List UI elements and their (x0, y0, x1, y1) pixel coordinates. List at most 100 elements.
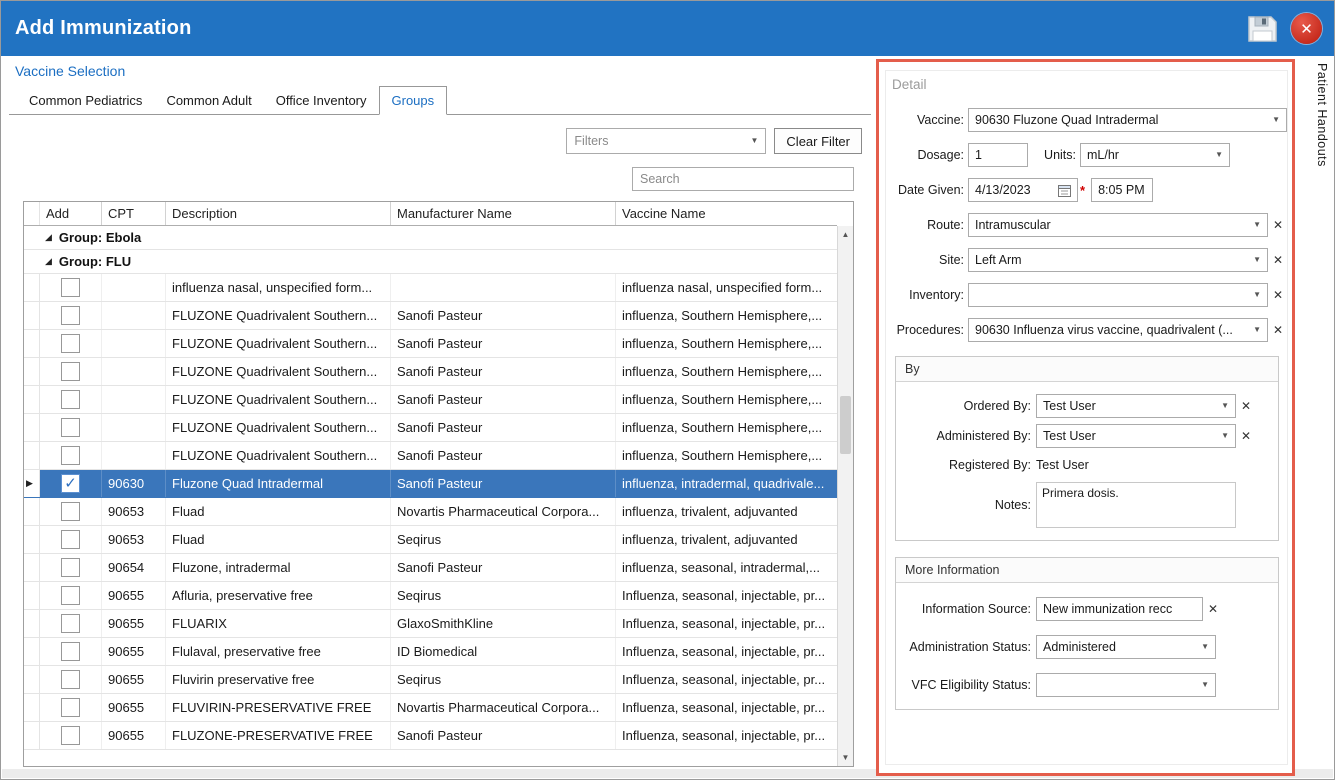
chevron-down-icon[interactable]: ▼ (1253, 291, 1261, 299)
chevron-down-icon[interactable]: ▼ (1221, 402, 1229, 410)
floppy-disk-icon (1248, 16, 1277, 42)
add-checkbox[interactable] (61, 726, 80, 745)
units-combo[interactable]: mL/hr ▼ (1080, 143, 1230, 167)
vaccine-grid: Add CPT Description Manufacturer Name Va… (23, 201, 854, 767)
ordered-by-clear-icon[interactable]: ✕ (1241, 400, 1251, 412)
information-source-clear-icon[interactable]: ✕ (1208, 603, 1218, 615)
chevron-down-icon[interactable]: ▼ (1221, 432, 1229, 440)
administered-by-combo[interactable]: Test User ▼ (1036, 424, 1236, 448)
chevron-down-icon[interactable]: ▼ (751, 137, 759, 145)
search-input[interactable] (632, 167, 854, 191)
chevron-down-icon[interactable]: ▼ (1201, 643, 1209, 651)
vaccine-row[interactable]: 90653 Fluad Seqirus influenza, trivalent, a… (24, 526, 837, 554)
add-checkbox[interactable] (61, 502, 80, 521)
date-input[interactable]: 4/13/2023 (968, 178, 1078, 202)
vaccine-row[interactable]: 90655 Flulaval, preservative free ID Biome… (24, 638, 837, 666)
save-button[interactable] (1245, 14, 1279, 44)
group-expander-icon[interactable]: ◢ (45, 256, 52, 267)
add-checkbox[interactable] (61, 278, 80, 297)
vaccine-row[interactable]: 90655 Fluvirin preservative free Seqirus In… (24, 666, 837, 694)
vaccine-row[interactable]: FLUZONE Quadrivalent Southern... Sanofi P… (24, 442, 837, 470)
add-checkbox[interactable] (61, 334, 80, 353)
add-checkbox[interactable] (61, 586, 80, 605)
group-expander-icon[interactable]: ◢ (45, 232, 52, 243)
tab-common-pediatrics[interactable]: Common Pediatrics (17, 87, 154, 114)
site-clear-icon[interactable]: ✕ (1273, 254, 1283, 266)
chevron-down-icon[interactable]: ▼ (1201, 681, 1209, 689)
procedures-combo[interactable]: 90630 Influenza virus vaccine, quadrival… (968, 318, 1268, 342)
manufacturer-cell: Sanofi Pasteur (391, 554, 616, 581)
add-checkbox[interactable] (61, 614, 80, 633)
vertical-scrollbar[interactable]: ▲ ▼ (837, 226, 853, 766)
group-header-row[interactable]: ◢ Group: FLU (24, 250, 837, 274)
add-cell (40, 274, 102, 301)
vaccine-row[interactable]: FLUZONE Quadrivalent Southern... Sanofi P… (24, 414, 837, 442)
column-header-vaccine-name[interactable]: Vaccine Name (616, 202, 837, 225)
close-button[interactable]: ✕ (1291, 13, 1322, 44)
administration-status-combo[interactable]: Administered ▼ (1036, 635, 1216, 659)
site-combo[interactable]: Left Arm ▼ (968, 248, 1268, 272)
add-checkbox[interactable] (61, 390, 80, 409)
administered-by-clear-icon[interactable]: ✕ (1241, 430, 1251, 442)
vaccine-row[interactable]: 90655 Afluria, preservative free Seqirus In… (24, 582, 837, 610)
add-cell (40, 414, 102, 441)
cpt-cell: 90653 (102, 498, 166, 525)
add-cell (40, 610, 102, 637)
vaccine-row[interactable]: FLUZONE Quadrivalent Southern... Sanofi P… (24, 302, 837, 330)
add-checkbox[interactable] (61, 362, 80, 381)
ordered-by-combo[interactable]: Test User ▼ (1036, 394, 1236, 418)
scroll-down-icon[interactable]: ▼ (838, 753, 853, 762)
vaccine-row[interactable]: FLUZONE Quadrivalent Southern... Sanofi P… (24, 358, 837, 386)
add-checkbox[interactable] (61, 670, 80, 689)
chevron-down-icon[interactable]: ▼ (1253, 326, 1261, 334)
vaccine-row[interactable]: 90653 Fluad Novartis Pharmaceutical Corpor… (24, 498, 837, 526)
chevron-down-icon[interactable]: ▼ (1215, 151, 1223, 159)
vaccine-row[interactable]: 90655 FLUZONE-PRESERVATIVE FREE Sanofi Pas… (24, 722, 837, 750)
column-header-manufacturer[interactable]: Manufacturer Name (391, 202, 616, 225)
time-input[interactable]: 8:05 PM (1091, 178, 1154, 202)
column-header-add[interactable]: Add (40, 202, 102, 225)
inventory-clear-icon[interactable]: ✕ (1273, 289, 1283, 301)
tab-common-adult[interactable]: Common Adult (154, 87, 263, 114)
column-header-description[interactable]: Description (166, 202, 391, 225)
add-checkbox[interactable] (61, 446, 80, 465)
vaccine-row[interactable]: 90654 Fluzone, intradermal Sanofi Pasteur i… (24, 554, 837, 582)
add-checkbox[interactable] (61, 418, 80, 437)
vaccine-row[interactable]: FLUZONE Quadrivalent Southern... Sanofi P… (24, 330, 837, 358)
add-checkbox[interactable] (61, 558, 80, 577)
scroll-up-icon[interactable]: ▲ (838, 230, 853, 239)
route-combo[interactable]: Intramuscular ▼ (968, 213, 1268, 237)
inventory-combo[interactable]: ▼ (968, 283, 1268, 307)
route-clear-icon[interactable]: ✕ (1273, 219, 1283, 231)
column-header-cpt[interactable]: CPT (102, 202, 166, 225)
chevron-down-icon[interactable]: ▼ (1272, 116, 1280, 124)
add-checkbox[interactable] (61, 530, 80, 549)
chevron-down-icon[interactable]: ▼ (1253, 256, 1261, 264)
add-checkbox[interactable] (61, 698, 80, 717)
vfc-eligibility-combo[interactable]: ▼ (1036, 673, 1216, 697)
filters-combo[interactable]: Filters ▼ (566, 128, 767, 154)
group-header-row[interactable]: ◢ Group: Ebola (24, 226, 837, 250)
vaccine-combo[interactable]: 90630 Fluzone Quad Intradermal ▼ (968, 108, 1287, 132)
clear-filter-button[interactable]: Clear Filter (774, 128, 862, 154)
notes-textarea[interactable]: Primera dosis. (1036, 482, 1236, 528)
patient-handouts-tab[interactable]: Patient Handouts (1315, 63, 1329, 167)
tab-office-inventory[interactable]: Office Inventory (264, 87, 379, 114)
vaccine-row[interactable]: ▶ ✓ 90630 Fluzone Quad Intradermal Sanofi Pa… (24, 470, 837, 498)
tab-groups[interactable]: Groups (378, 86, 448, 115)
vaccine-row[interactable]: 90655 FLUVIRIN-PRESERVATIVE FREE Novartis … (24, 694, 837, 722)
procedures-clear-icon[interactable]: ✕ (1273, 324, 1283, 336)
information-source-combo[interactable]: New immunization recc (1036, 597, 1203, 621)
calendar-icon[interactable] (1058, 184, 1071, 197)
add-checkbox[interactable] (61, 306, 80, 325)
dosage-input[interactable]: 1 (968, 143, 1028, 167)
scrollbar-thumb[interactable] (840, 396, 851, 454)
add-checkbox[interactable] (61, 642, 80, 661)
chevron-down-icon[interactable]: ▼ (1253, 221, 1261, 229)
vaccine-row[interactable]: FLUZONE Quadrivalent Southern... Sanofi P… (24, 386, 837, 414)
add-cell: ✓ (40, 470, 102, 497)
vaccine-row[interactable]: 90655 FLUARIX GlaxoSmithKline Influenza, se… (24, 610, 837, 638)
registered-by-value: Test User (1036, 458, 1089, 472)
add-checkbox[interactable]: ✓ (61, 474, 80, 493)
vaccine-row[interactable]: influenza nasal, unspecified form... infl… (24, 274, 837, 302)
